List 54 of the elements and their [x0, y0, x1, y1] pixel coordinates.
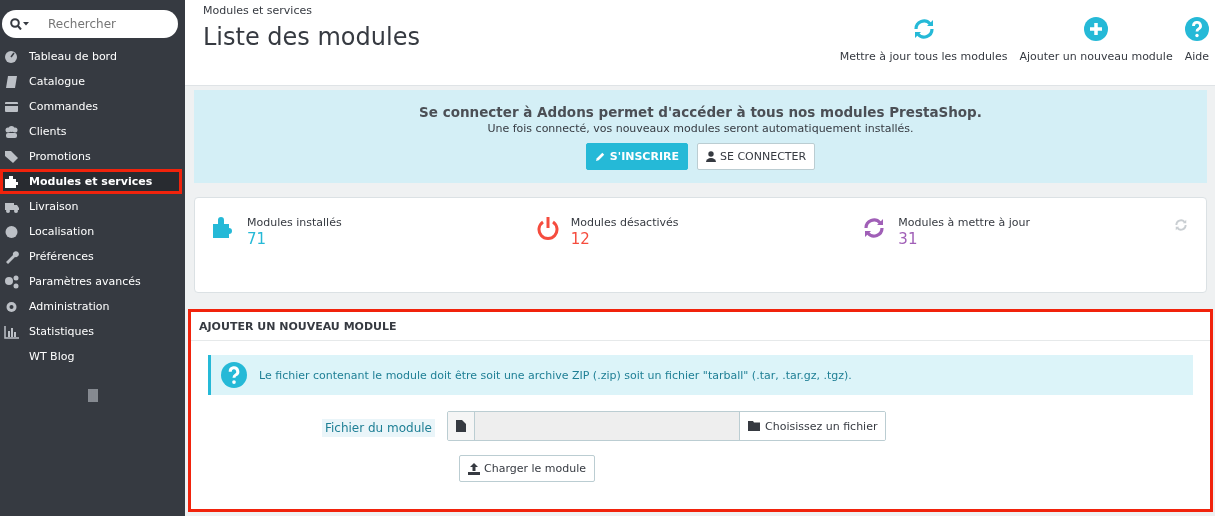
sidebar-item[interactable]: Modules et services	[0, 169, 182, 194]
sidebar-item[interactable]: Clients	[0, 119, 182, 144]
toolbar-button[interactable]: Mettre à jour tous les modules	[839, 17, 1008, 63]
banner-subtitle: Une fois connecté, vos nouveaux modules seront automatiquement installés.	[486, 122, 915, 135]
page-title: Liste des modules	[203, 23, 420, 51]
credit-card-icon	[4, 99, 19, 114]
refresh-icon	[911, 17, 936, 41]
sidebar-item[interactable]: Localisation	[0, 219, 182, 244]
banner-title: Se connecter à Addons permet d'accéder à tous nos modules PrestaShop.	[418, 104, 983, 120]
refresh-icon	[862, 216, 887, 240]
sidebar-item[interactable]: Préférences	[0, 244, 182, 269]
help-icon	[1184, 17, 1209, 41]
help-icon	[221, 362, 247, 388]
breadcrumb: Modules et services	[203, 4, 313, 17]
stat-value: 12	[570, 230, 591, 248]
puzzle-icon	[4, 174, 19, 189]
file-icon	[456, 420, 466, 432]
sidebar-item[interactable]: Administration	[0, 294, 182, 319]
wrench-icon	[4, 249, 19, 264]
sidebar-item[interactable]: Livraison	[0, 194, 182, 219]
field-label: Fichier du module	[321, 418, 435, 437]
dashboard-icon	[4, 49, 19, 64]
info-text: Le fichier contenant le module doit être soit une archive ZIP (.zip) soit un fichier "tarball" (.tar, .tar.gz, .tgz).	[259, 368, 852, 382]
search-field[interactable]: Rechercher	[48, 17, 158, 31]
choose-file-button[interactable]: Choisissez un fichier	[739, 412, 886, 440]
stat-value: 71	[247, 230, 268, 248]
power-icon	[536, 216, 559, 240]
toolbar-button[interactable]: Aide	[1184, 17, 1209, 63]
tag-icon	[4, 149, 19, 164]
pencil-icon	[594, 151, 606, 162]
sidebar-item[interactable]: Catalogue	[0, 69, 182, 94]
plus-icon	[1084, 17, 1109, 41]
stat-label: Modules installés	[247, 216, 342, 229]
toolbar-button[interactable]: Ajouter un nouveau module	[1019, 17, 1173, 63]
stat-label: Modules désactivés	[570, 216, 679, 229]
sidebar-item[interactable]: Tableau de bord	[0, 44, 182, 69]
panel-title: AJOUTER UN NOUVEAU MODULE	[191, 312, 1210, 341]
sidebar-item[interactable]: Promotions	[0, 144, 182, 169]
sidebar-item[interactable]: WT Blog	[0, 344, 182, 369]
search-field[interactable]: Rechercher	[2, 10, 178, 38]
bar-chart-icon	[4, 324, 19, 339]
upload-button[interactable]: Charger le module	[459, 455, 596, 482]
stat-value: 31	[898, 230, 919, 248]
stat-label: Modules à mettre à jour	[898, 216, 1030, 229]
puzzle-icon	[211, 216, 235, 240]
search-icon	[10, 18, 30, 30]
folder-icon	[748, 421, 761, 431]
user-icon	[706, 151, 716, 162]
file-field[interactable]: Choisissez un fichier	[447, 411, 887, 441]
login-button[interactable]: SE CONNECTER	[697, 143, 816, 170]
sidebar-item[interactable]: Paramètres avancés	[0, 269, 182, 294]
upload-icon	[468, 462, 480, 475]
sidebar-item[interactable]: Commandes	[0, 94, 182, 119]
sidebar-item[interactable]: Statistiques	[0, 319, 182, 344]
